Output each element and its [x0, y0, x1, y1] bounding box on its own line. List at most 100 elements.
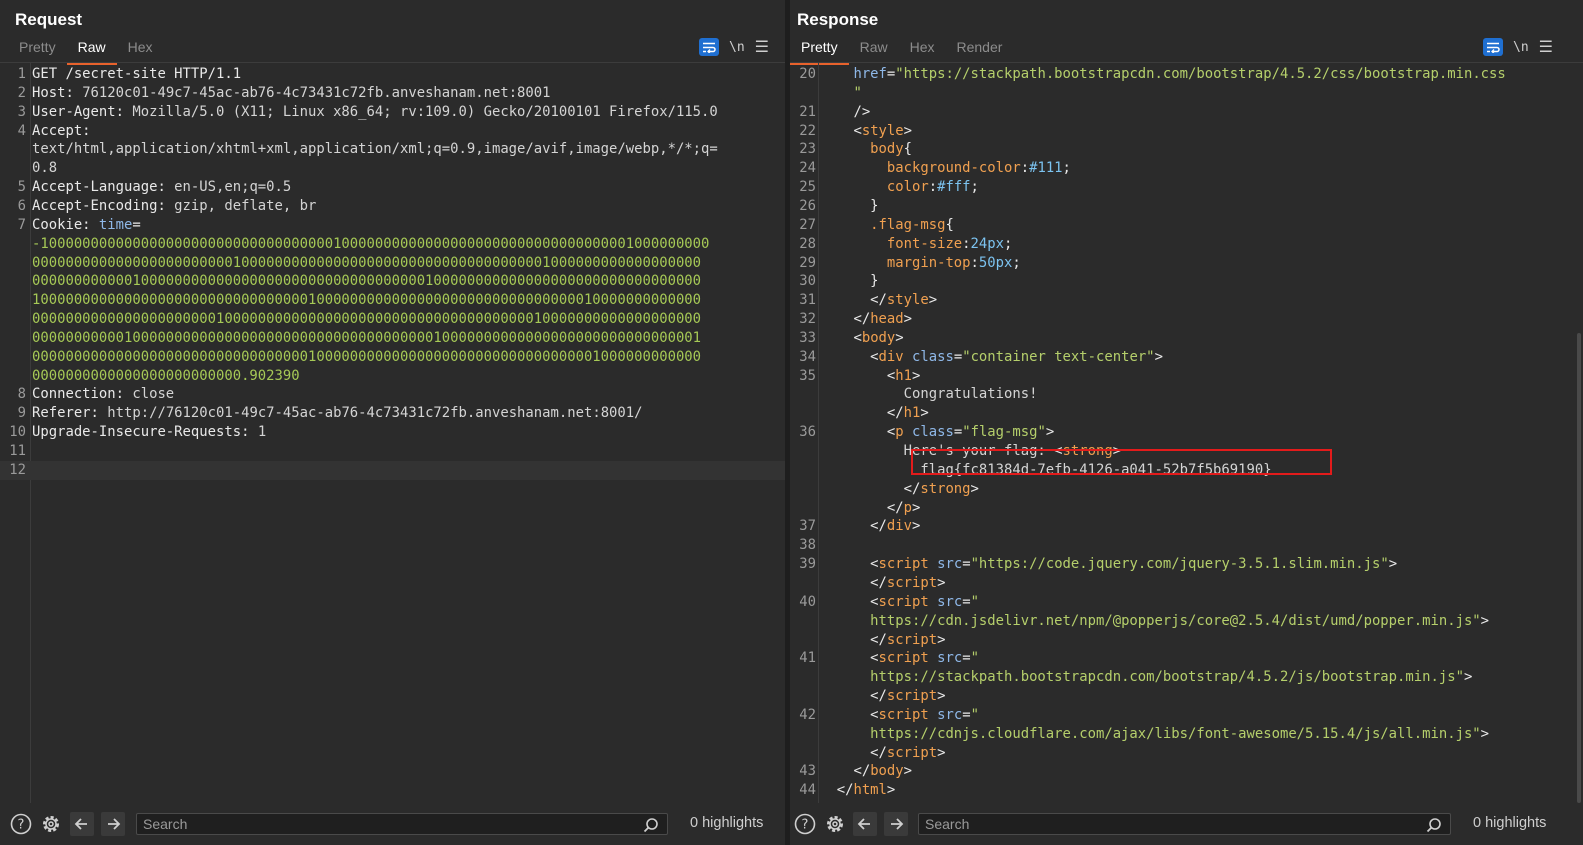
request-editor[interactable]: 1 GET /secret-site HTTP/1.1 2 Host: 76120c0…: [0, 62, 785, 803]
code-token: div: [878, 348, 904, 365]
code-token: </: [820, 688, 887, 705]
line-number: 28: [799, 235, 816, 252]
code-token: #fff: [937, 179, 971, 196]
arrow-left-icon[interactable]: [70, 812, 94, 836]
tab-raw[interactable]: Raw: [66, 36, 117, 65]
code-line: 41 <script src=": [790, 649, 1583, 668]
search-input[interactable]: Search: [918, 813, 1451, 835]
code-token: 1000000000000000000000000000000001000000…: [32, 292, 702, 309]
code-token: <: [820, 367, 896, 384]
line-text: 0000000000000000000000001000000000000000…: [32, 254, 701, 273]
line-text: 1000000000000000000000000000000001000000…: [32, 291, 701, 310]
search-icon: [643, 818, 658, 833]
code-token: =: [962, 650, 971, 667]
help-icon[interactable]: ?: [10, 813, 32, 835]
code-token: href: [820, 66, 887, 82]
line-text: </body>: [820, 762, 912, 781]
request-code: 1 GET /secret-site HTTP/1.1 2 Host: 76120c0…: [0, 63, 785, 803]
code-token: background-color: [820, 160, 1021, 177]
code-line: 37 </div>: [790, 517, 1583, 536]
menu-icon[interactable]: ☰: [1539, 37, 1553, 57]
code-line: </h1>: [790, 404, 1583, 423]
code-token: ": [820, 84, 862, 101]
code-line: 43 </body>: [790, 762, 1583, 781]
code-token: >: [903, 122, 913, 139]
code-token: >: [1480, 612, 1490, 629]
arrow-left-icon[interactable]: [853, 812, 877, 836]
code-line: 8 Connection: close: [0, 385, 785, 404]
tab-render[interactable]: Render: [946, 36, 1014, 62]
line-text: <script src=": [820, 706, 979, 725]
code-token: gzip, deflate, br: [174, 197, 317, 214]
arrow-right-icon[interactable]: [101, 812, 125, 836]
code-token: h1: [895, 367, 913, 384]
code-token: =: [962, 706, 971, 723]
tab-pretty[interactable]: Pretty: [790, 36, 849, 65]
request-tools: \n ☰: [699, 36, 769, 58]
code-token: ;: [1012, 254, 1021, 271]
line-number: 10: [9, 424, 26, 441]
code-token: script: [878, 650, 929, 667]
code-token: </: [820, 405, 904, 422]
tab-pretty[interactable]: Pretty: [8, 36, 67, 62]
code-token: 0000000000010000000000000000000000000000…: [32, 329, 702, 346]
code-token: Accept-Language:: [32, 179, 175, 196]
line-number: 37: [799, 518, 816, 535]
code-line: 6 Accept-Encoding: gzip, deflate, br: [0, 197, 785, 216]
code-token: src: [928, 650, 963, 667]
arrow-right-icon[interactable]: [884, 812, 908, 836]
gear-icon[interactable]: [40, 813, 62, 835]
gear-icon[interactable]: [824, 813, 846, 835]
code-line: 0000000000010000000000000000000000000000…: [0, 329, 785, 348]
code-token: time: [98, 216, 133, 233]
code-token: script: [886, 688, 938, 705]
tab-raw[interactable]: Raw: [849, 36, 899, 62]
code-token: "container text-center": [962, 348, 1155, 365]
line-text: </style>: [820, 291, 937, 310]
code-line: ": [790, 84, 1583, 103]
code-token: =: [962, 593, 971, 610]
line-text: <style>: [820, 122, 912, 141]
tab-hex[interactable]: Hex: [899, 36, 946, 62]
code-line: 30 }: [790, 272, 1583, 291]
code-token: </: [820, 744, 887, 761]
code-token: 24px: [970, 235, 1004, 252]
code-token: :: [962, 235, 971, 252]
code-token: Host:: [32, 84, 83, 101]
scrollbar[interactable]: [1577, 333, 1581, 803]
code-line: -100000000000000000000000000000000001000…: [0, 235, 785, 254]
line-text: </script>: [820, 574, 945, 593]
code-token: body: [861, 329, 896, 346]
line-text: Referer: http://76120c01-49c7-45ac-ab76-…: [32, 404, 643, 423]
response-editor[interactable]: 20 href="https://stackpath.bootstrapcdn.…: [790, 62, 1583, 803]
code-token: =: [953, 348, 963, 365]
line-text: Cookie: time=: [32, 216, 141, 235]
code-token: <: [820, 424, 896, 441]
code-line: </strong>: [790, 480, 1583, 499]
code-token: Cookie:: [32, 216, 99, 233]
newline-toggle[interactable]: \n: [1513, 40, 1529, 55]
code-line: 39 <script src="https://code.jquery.com/…: [790, 555, 1583, 574]
wrap-lines-icon[interactable]: [699, 38, 719, 56]
newline-toggle[interactable]: \n: [729, 40, 745, 55]
line-text: />: [820, 103, 870, 122]
code-token: >: [895, 329, 904, 346]
highlights-count: 0 highlights: [1473, 815, 1547, 831]
code-token: />: [820, 103, 871, 120]
menu-icon[interactable]: ☰: [755, 37, 769, 57]
line-text: 0000000000000000000000000.902390: [32, 367, 300, 386]
code-token: 0000000000000000000000100000000000000000…: [32, 311, 702, 328]
code-token: >: [912, 367, 921, 384]
wrap-lines-icon[interactable]: [1483, 38, 1503, 56]
help-icon[interactable]: ?: [794, 813, 816, 835]
line-text: Host: 76120c01-49c7-45ac-ab76-4c73431c72…: [32, 84, 551, 103]
flag-highlight-box: [911, 449, 1332, 475]
code-line: 1 GET /secret-site HTTP/1.1: [0, 65, 785, 84]
code-line: </script>: [790, 574, 1583, 593]
line-text: <script src="https://code.jquery.com/jqu…: [820, 555, 1397, 574]
request-pane: Request Pretty Raw Hex \n ☰ 1 GET /secret…: [0, 0, 785, 845]
code-token: 0000000000001000000000000000000000000000…: [32, 273, 702, 290]
search-input[interactable]: Search: [136, 813, 668, 835]
code-token: color: [820, 179, 929, 196]
tab-hex[interactable]: Hex: [117, 36, 164, 62]
